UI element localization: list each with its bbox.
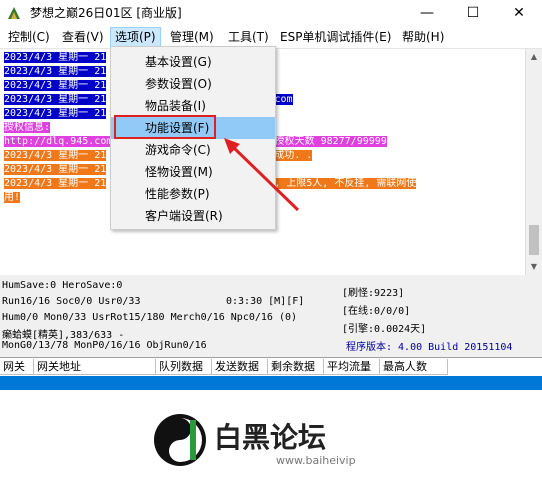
dropdown-item[interactable]: 参数设置(O) xyxy=(111,73,275,95)
menu-options[interactable]: 选项(P) xyxy=(110,27,161,47)
app-icon xyxy=(8,7,20,19)
dropdown-item[interactable]: 基本设置(G) xyxy=(111,51,275,73)
col-remaining-data[interactable]: 剩余数据 xyxy=(268,359,324,375)
maximize-button[interactable]: ☐ xyxy=(450,0,496,26)
minimize-button[interactable]: — xyxy=(404,0,450,26)
window-title: 梦想之巅26日01区 [商业版] xyxy=(30,6,182,20)
table-row-selected[interactable] xyxy=(0,376,542,390)
menu-manage[interactable]: 管理(M) xyxy=(166,28,218,46)
status-counts: Hum0/0 Mon0/33 UsrRot15/180 Merch0/16 Np… xyxy=(2,312,298,323)
dropdown-item[interactable]: 物品装备(I) xyxy=(111,95,275,117)
log-scrollbar[interactable]: ▲ ▼ xyxy=(525,49,542,275)
log-line: 用! xyxy=(4,192,21,203)
dropdown-item[interactable]: 性能参数(P) xyxy=(111,183,275,205)
status-save: HumSave:0 HeroSave:0 xyxy=(2,280,123,291)
status-online: [在线:0/0/0] xyxy=(342,306,411,317)
watermark-brand: 白黑论坛 xyxy=(214,421,327,454)
col-send-data[interactable]: 发送数据 xyxy=(212,359,268,375)
status-engine: [引擎:0.0024天] xyxy=(342,324,427,335)
menu-help[interactable]: 帮助(H) xyxy=(398,28,448,46)
scroll-thumb[interactable] xyxy=(529,225,539,255)
dropdown-item[interactable]: 怪物设置(M) xyxy=(111,161,275,183)
close-button[interactable]: ✕ xyxy=(496,0,542,26)
title-bar: 梦想之巅26日01区 [商业版] — ☐ ✕ xyxy=(0,0,542,26)
dropdown-item[interactable]: 游戏命令(C) xyxy=(111,139,275,161)
menu-esp-plugin[interactable]: ESP单机调试插件(E) xyxy=(276,28,395,46)
menu-control[interactable]: 控制(C) xyxy=(4,28,54,46)
menu-tools[interactable]: 工具(T) xyxy=(224,28,273,46)
watermark-logo-icon xyxy=(154,414,206,466)
status-time: 0:3:30 [M][F] xyxy=(226,296,305,307)
col-gateway[interactable]: 网关 xyxy=(0,359,34,375)
col-avg-traffic[interactable]: 平均流量 xyxy=(324,359,380,375)
status-refresh: [刷怪:9223] xyxy=(342,288,405,299)
status-run: Run16/16 Soc0/0 Usr0/33 xyxy=(2,296,141,307)
col-gateway-address[interactable]: 网关地址 xyxy=(34,359,156,375)
col-max-users[interactable]: 最高人数 xyxy=(380,359,448,375)
col-queue-data[interactable]: 队列数据 xyxy=(156,359,212,375)
log-line: 授权信息: xyxy=(4,122,51,133)
status-monster: 癞蛤蟆[精英],383/633 - xyxy=(2,330,125,341)
scroll-up-icon[interactable]: ▲ xyxy=(526,49,542,65)
highlight-box xyxy=(114,115,216,139)
status-version: 程序版本: 4.00 Build 20151104 xyxy=(346,342,513,353)
menu-view[interactable]: 查看(V) xyxy=(58,28,108,46)
watermark-url: www.baiheivip xyxy=(276,454,356,467)
status-panel: HumSave:0 HeroSave:0 Run16/16 Soc0/0 Usr… xyxy=(0,278,542,354)
scroll-down-icon[interactable]: ▼ xyxy=(526,259,542,275)
status-objects: MonG0/13/78 MonP0/16/16 ObjRun0/16 xyxy=(2,340,207,351)
dropdown-item[interactable]: 客户端设置(R) xyxy=(111,205,275,227)
